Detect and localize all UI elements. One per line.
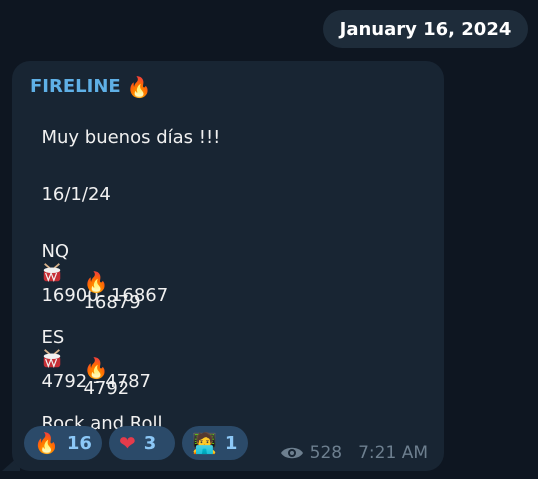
date-pill: January 16, 2024: [323, 10, 528, 48]
drum-icon: [44, 349, 61, 369]
message-line-greeting: Muy buenos días !!!: [30, 106, 220, 148]
reaction-fire[interactable]: 🔥 16: [24, 426, 102, 460]
message-line-es-fire: 🔥 4792: [72, 335, 129, 399]
sender-name[interactable]: FIRELINE 🔥: [30, 76, 152, 97]
reactions-bar: 🔥 16 ❤ 3 🧑‍💻 1: [24, 426, 248, 460]
reaction-heart[interactable]: ❤ 3: [109, 426, 175, 460]
reaction-count: 16: [66, 432, 92, 454]
fire-emoji-icon: 🔥: [83, 356, 109, 380]
reaction-count: 3: [143, 432, 157, 454]
fire-icon: 🔥: [34, 431, 59, 455]
sender-name-label: FIRELINE: [30, 76, 121, 97]
fire-emoji-icon: 🔥: [126, 74, 152, 99]
fire-emoji-icon: 🔥: [83, 270, 109, 294]
view-count: 528: [309, 443, 343, 463]
es-prefix: ES: [41, 327, 65, 348]
drum-icon: [44, 263, 61, 283]
message-line-nq-fire: 🔥 16879: [72, 249, 140, 313]
nq-prefix: NQ: [41, 241, 70, 262]
technologist-icon: 🧑‍💻: [192, 431, 217, 455]
reaction-count: 1: [224, 432, 238, 454]
heart-icon: ❤: [119, 431, 136, 455]
reaction-technologist[interactable]: 🧑‍💻 1: [182, 426, 248, 460]
date-pill-label: January 16, 2024: [339, 18, 512, 40]
message-meta: 528 7:21 AM: [280, 443, 428, 463]
message-line-date: 16/1/24: [30, 163, 111, 205]
greeting-text: Muy buenos días !!!: [41, 127, 221, 148]
message-time: 7:21 AM: [358, 443, 428, 463]
date-text: 16/1/24: [41, 184, 111, 205]
eye-icon: [280, 447, 303, 459]
